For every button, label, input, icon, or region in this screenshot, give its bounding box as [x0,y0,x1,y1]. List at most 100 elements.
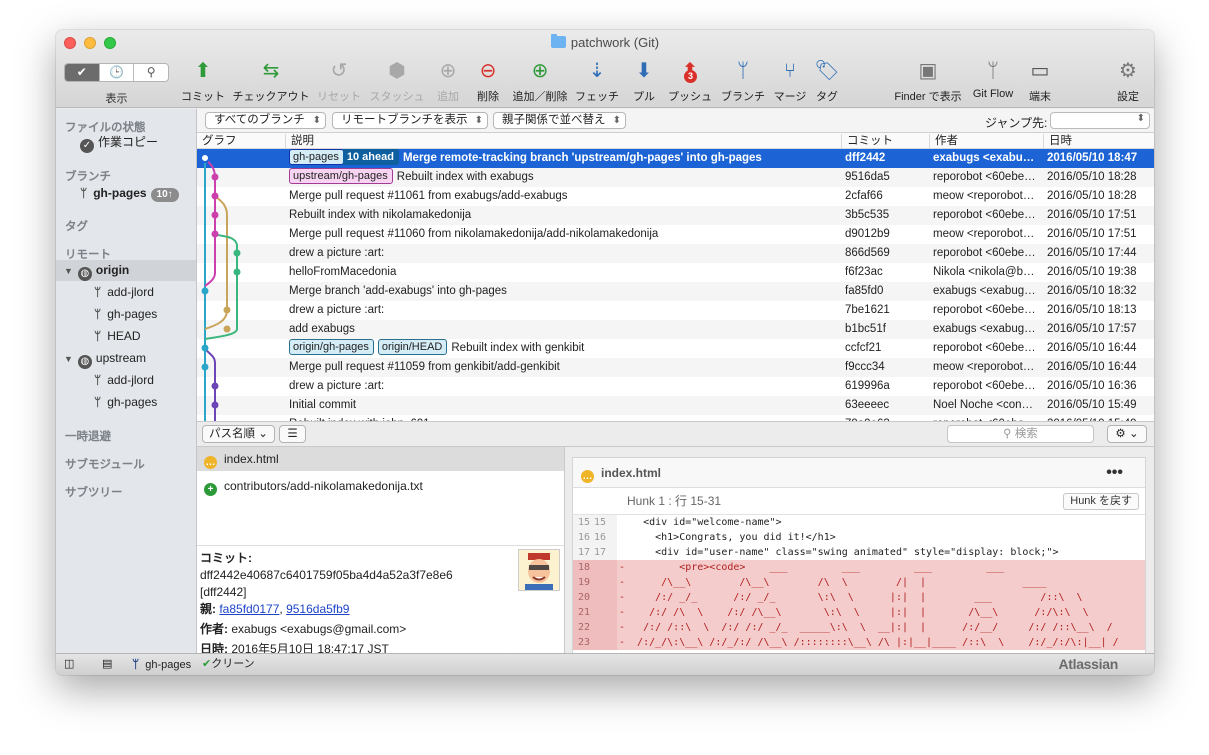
line-numbers: 19 [573,575,617,590]
push-button[interactable]: ⬆3プッシュ [666,58,714,104]
list-view-button[interactable]: ☰ [279,425,306,443]
parent-link[interactable]: 9516da5fb9 [286,602,349,616]
more-options-icon[interactable]: ••• [1106,458,1123,488]
jump-to-select[interactable] [1050,112,1150,129]
table-row[interactable]: Merge branch 'add-exabugs' into gh-pages… [197,282,1154,301]
merge-button[interactable]: ⑂ マージ [770,58,810,104]
ref-badge[interactable]: 10 ahead [342,149,399,165]
sidebar-item-upstream-add-jlord[interactable]: ᛘ add-jlord [56,370,196,391]
col-graph[interactable]: グラフ [197,134,237,148]
disclosure-down-icon[interactable]: ▼ [64,354,73,364]
fetch-button[interactable]: ⇣ フェッチ [574,58,620,104]
col-message[interactable]: 説明 [285,134,841,148]
commit-short-hash: [dff2442] [200,585,247,599]
sidebar-item-origin-add-jlord[interactable]: ᛘ add-jlord [56,282,196,303]
branch-icon: ᛘ [94,329,102,343]
table-row[interactable]: drew a picture :art: 619996a reporobot <60… [197,377,1154,396]
history-view-icon[interactable]: 🕒 [100,64,135,81]
ref-badge[interactable]: upstream/gh-pages [289,168,393,184]
sidebar-item-origin-gh-pages[interactable]: ᛘ gh-pages [56,304,196,325]
sidebar-item-gh-pages[interactable]: ᛘ gh-pages 10↑ [56,183,196,204]
ref-badge[interactable]: origin/HEAD [377,339,448,355]
commit-author: reporobot <60ebe… [933,342,1036,354]
file-item[interactable]: … index.html [197,447,564,471]
remove-button[interactable]: ⊖ 削除 [470,58,506,104]
git-flow-button[interactable]: ᛘ Git Flow [968,58,1018,100]
commit-author: meow <reporobot… [933,361,1035,373]
add-remove-button[interactable]: ⊕ 追加／削除 [510,58,570,104]
table-row[interactable]: drew a picture :art: 866d569 reporobot <60… [197,244,1154,263]
subtrees-heading[interactable]: サブツリー [65,484,123,500]
reset-icon: ↺ [330,60,348,82]
tag-button[interactable]: 🏷 タグ [812,58,842,104]
add-remove-icon: ⊕ [531,60,549,82]
diff-line[interactable]: 20- /:/ _/_ /:/ _/_ \:\ \ |:| | ___ /::\… [573,590,1145,605]
path-sort-select[interactable]: パス名順 ⌄ [202,425,275,443]
table-row[interactable]: gh-pages 10 ahead Merge remote-tracking br… [197,149,1154,168]
stash-button[interactable]: ⬢ スタッシュ [368,58,426,104]
commit-button[interactable]: ⬆ コミット [181,58,225,104]
file-status-view-icon[interactable]: ✔ [65,64,100,81]
changed-files-list: … index.html + contributors/add-nikolamake… [197,447,565,545]
layout-toggle-icon[interactable]: ▤ [102,654,112,675]
line-numbers: 18 [573,560,617,575]
globe-icon: ◍ [77,355,92,369]
action-menu-button[interactable]: ⚙ ⌄ [1107,425,1147,443]
reset-button[interactable]: ↺ リセット [316,58,362,104]
col-commit[interactable]: コミット [841,134,929,148]
sidebar: ファイルの状態 ✓ 作業コピー ブランチ ᛘ gh-pages 10↑ タグ リモート… [56,109,197,653]
discard-hunk-button[interactable]: Hunk を戻す [1063,493,1139,510]
sidebar-item-origin-head[interactable]: ᛘ HEAD [56,326,196,347]
checkout-button[interactable]: ⇆ チェックアウト [232,58,310,104]
table-row[interactable]: Initial commit 63eeeec Noel Noche <con… 201… [197,396,1154,415]
diff-line[interactable]: 21- /:/ /\ \ /:/ /\__\ \:\ \ |:| | /\__\… [573,605,1145,620]
search-input[interactable]: ⚲ 検索 [947,425,1094,443]
col-author[interactable]: 作者 [929,134,1043,148]
table-row[interactable]: helloFromMacedonia f6f23ac Nikola <nikola@… [197,263,1154,282]
sidebar-item-origin[interactable]: ▼ ◍ origin [56,260,196,281]
table-row[interactable]: Rebuilt index with nikolamakedonija 3b5c5… [197,206,1154,225]
terminal-button[interactable]: ▭ 端末 [1022,58,1058,104]
table-row[interactable]: Merge pull request #11061 from exabugs/a… [197,187,1154,206]
parent-link[interactable]: fa85fd0177 [219,602,279,616]
table-row[interactable]: drew a picture :art: 7be1621 reporobot <60… [197,301,1154,320]
branch-filter-select[interactable]: すべてのブランチ [205,112,326,129]
pull-button[interactable]: ⬇ プル [624,58,664,104]
stashes-heading[interactable]: 一時退避 [65,428,111,444]
ref-badge[interactable]: gh-pages [289,149,344,165]
sidebar-item-upstream-gh-pages[interactable]: ᛘ gh-pages [56,392,196,413]
sidebar-item-working-copy[interactable]: ✓ 作業コピー [56,132,196,153]
col-date[interactable]: 日時 [1043,134,1154,148]
diff-line[interactable]: 22- /:/ /::\ \ /:/ /:/ _/_ _____\:\ \ __… [573,620,1145,635]
remote-branch-select[interactable]: リモートブランチを表示 [332,112,488,129]
table-row[interactable]: origin/gh-pages origin/HEAD Rebuilt index … [197,339,1154,358]
diff-line[interactable]: 19- /\__\ /\__\ /\ \ /| | ____ [573,575,1145,590]
diff-line[interactable]: 23- /:/_/\:\__\ /:/_/:/ /\__\ /::::::::\… [573,635,1145,650]
diff-text: <div id="welcome-name"> [619,517,782,528]
sort-order-select[interactable]: 親子関係で並べ替え [493,112,626,129]
disclosure-down-icon[interactable]: ▼ [64,266,73,276]
table-row[interactable]: add exabugs b1bc51f exabugs <exabug… 2016/0… [197,320,1154,339]
table-row[interactable]: Merge pull request #11060 from nikolamak… [197,225,1154,244]
add-button[interactable]: ⊕ 追加 [430,58,466,104]
diff-line[interactable]: 18- <pre><code> ___ ___ ___ ___ [573,560,1145,575]
commit-author: reporobot <60ebe… [933,171,1036,183]
diff-line[interactable]: 17 17 <div id="user-name" class="swing an… [573,545,1145,560]
diff-line[interactable]: 16 16 <h1>Congrats, you did it!</h1> [573,530,1145,545]
table-row[interactable]: Merge pull request #11059 from genkibit/… [197,358,1154,377]
sidebar-item-upstream[interactable]: ▼ ◍ upstream [56,348,196,369]
settings-button[interactable]: ⚙ 設定 [1110,58,1146,104]
diff-text: - /:/ _/_ /:/ _/_ \:\ \ |:| | ___ /::\ \ [619,592,1083,603]
file-item[interactable]: + contributors/add-nikolamakedonija.txt [197,474,564,498]
search-view-icon[interactable]: ⚲ [134,64,168,81]
ref-badge[interactable]: origin/gh-pages [289,339,374,355]
graph-node [211,173,219,181]
view-mode-segmented-control[interactable]: ✔ 🕒 ⚲ [64,63,169,82]
diff-line[interactable]: 15 15 <div id="welcome-name"> [573,515,1145,530]
table-row[interactable]: upstream/gh-pages Rebuilt index with exab… [197,168,1154,187]
sidebar-toggle-icon[interactable]: ◫ [64,654,74,675]
submodules-heading[interactable]: サブモジュール [65,456,145,472]
branch-button[interactable]: ᛘ ブランチ [718,58,768,104]
commit-date: 2016/05/10 17:44 [1047,247,1137,259]
show-in-finder-button[interactable]: ▣ Finder で表示 [890,58,966,104]
